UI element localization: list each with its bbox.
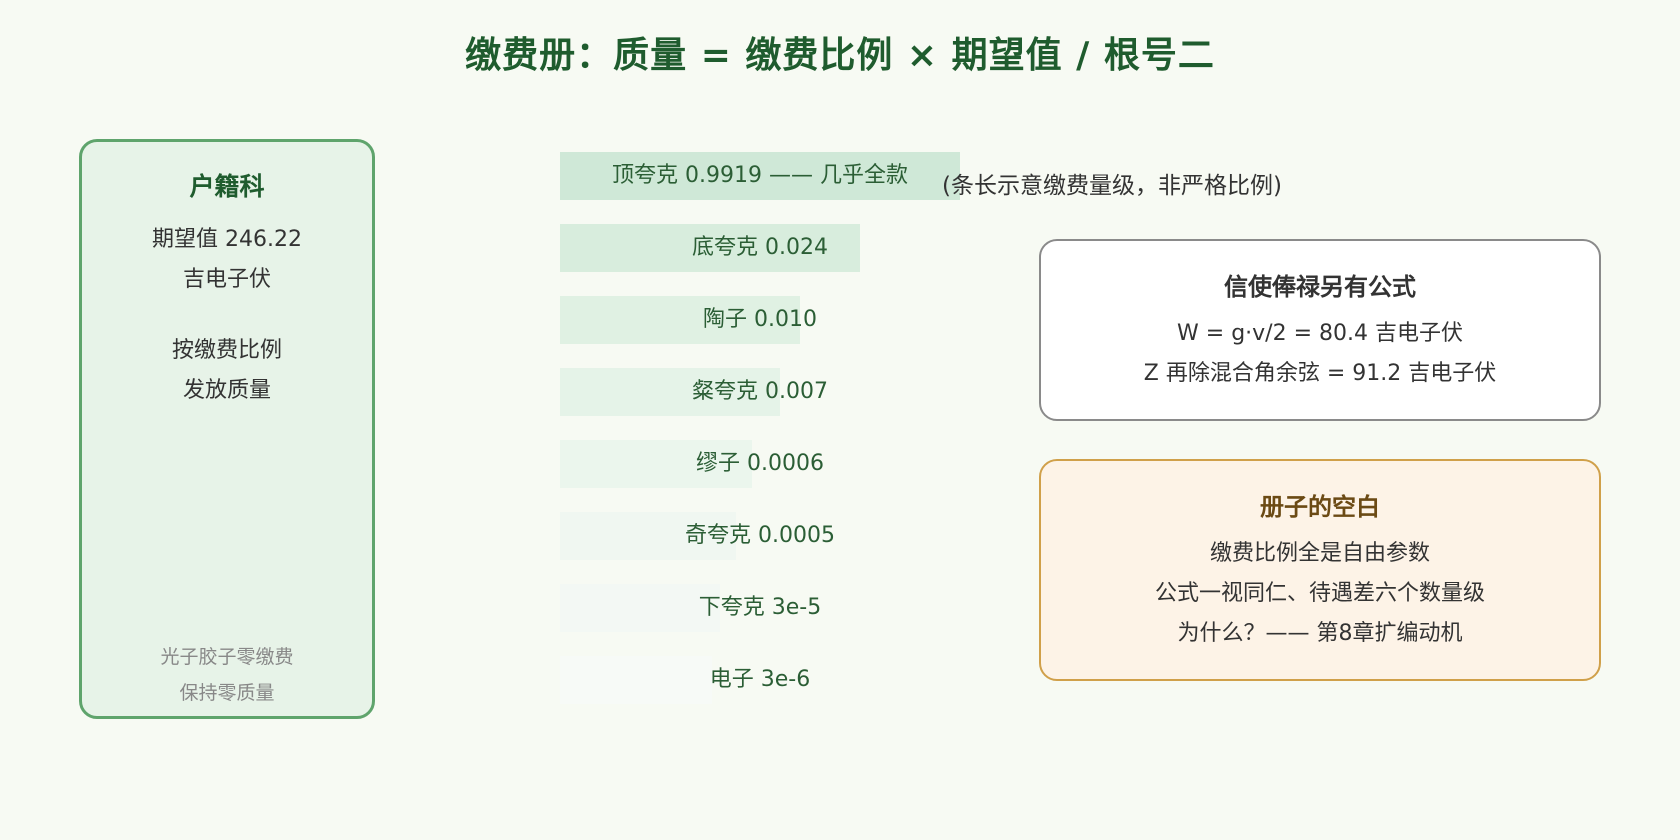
registry-panel: 户籍科 期望值 246.22 吉电子伏 按缴费比例 发放质量 光子胶子零缴费 保… <box>79 139 375 719</box>
bar-label: 顶夸克 0.9919 —— 几乎全款 <box>612 163 908 188</box>
registry-blank-box: 册子的空白 缴费比例全是自由参数 公式一视同仁、待遇差六个数量级 为什么？—— … <box>1039 459 1601 681</box>
messenger-salary-box: 信使俸禄另有公式 W = g·v/2 = 80.4 吉电子伏 Z 再除混合角余弦… <box>1039 239 1601 421</box>
bar-scale-note: (条长示意缴费量级，非严格比例) <box>942 173 1282 199</box>
registry-expectation-value: 期望值 246.22 <box>152 227 302 252</box>
registry-note-line-2: 保持零质量 <box>179 682 275 704</box>
z-mass-formula: Z 再除混合角余弦 = 91.2 吉电子伏 <box>1143 361 1497 386</box>
bar-label: 缪子 0.0006 <box>696 451 824 476</box>
w-mass-formula: W = g·v/2 = 80.4 吉电子伏 <box>1177 321 1463 346</box>
registry-expectation-unit: 吉电子伏 <box>182 267 271 292</box>
messenger-salary-title: 信使俸禄另有公式 <box>1224 273 1416 301</box>
registry-blank-title: 册子的空白 <box>1260 493 1380 521</box>
registry-rule-line-1: 按缴费比例 <box>171 338 282 363</box>
registry-rule-line-2: 发放质量 <box>182 378 271 403</box>
registry-note-line-1: 光子胶子零缴费 <box>160 646 294 668</box>
bar-label: 底夸克 0.024 <box>692 235 828 260</box>
bar-label: 陶子 0.010 <box>703 307 817 332</box>
page-title: 缴费册：质量 = 缴费比例 × 期望值 / 根号二 <box>465 35 1215 76</box>
fee-bar-chart: 顶夸克 0.9919 —— 几乎全款 底夸克 0.024 陶子 0.010 粲夸克 0… <box>560 152 980 712</box>
registry-blank-line-1: 缴费比例全是自由参数 <box>1209 541 1430 566</box>
registry-blank-line-3: 为什么？—— 第8章扩编动机 <box>1177 621 1463 646</box>
bar-label: 奇夸克 0.0005 <box>685 523 835 548</box>
registry-blank-line-2: 公式一视同仁、待遇差六个数量级 <box>1154 581 1485 606</box>
registry-panel-title: 户籍科 <box>189 172 265 201</box>
bar-label: 下夸克 3e-5 <box>698 595 822 620</box>
bar-label: 粲夸克 0.007 <box>692 379 828 404</box>
bar-label: 电子 3e-6 <box>709 667 811 692</box>
